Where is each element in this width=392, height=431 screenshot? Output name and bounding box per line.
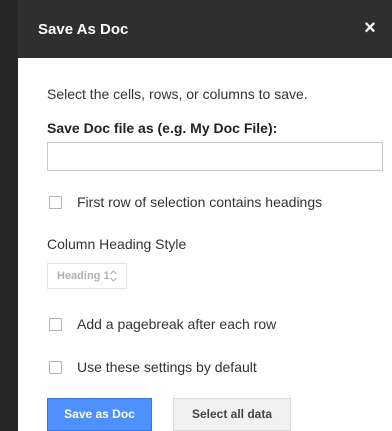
pagebreak-label: Add a pagebreak after each row xyxy=(77,316,277,332)
save-as-doc-dialog: Save As Doc × Select the cells, rows, or… xyxy=(18,0,392,431)
updown-arrows-icon xyxy=(110,270,117,282)
close-icon[interactable]: × xyxy=(358,16,382,40)
default-settings-option[interactable]: Use these settings by default xyxy=(49,358,257,376)
select-all-data-button[interactable]: Select all data xyxy=(173,398,291,431)
pagebreak-checkbox[interactable] xyxy=(49,317,62,331)
instruction-text: Select the cells, rows, or columns to sa… xyxy=(47,86,308,102)
heading-style-select[interactable]: Heading 1 xyxy=(47,263,127,289)
first-row-headings-checkbox[interactable] xyxy=(49,195,62,209)
file-name-label: Save Doc file as (e.g. My Doc File): xyxy=(47,120,278,136)
first-row-headings-label: First row of selection contains headings xyxy=(77,194,323,210)
first-row-headings-option[interactable]: First row of selection contains headings xyxy=(49,193,322,211)
save-as-doc-button[interactable]: Save as Doc xyxy=(47,398,152,431)
dialog-title: Save As Doc xyxy=(38,21,129,38)
pagebreak-option[interactable]: Add a pagebreak after each row xyxy=(49,315,276,333)
file-name-input[interactable] xyxy=(47,142,383,171)
default-settings-checkbox[interactable] xyxy=(49,360,62,374)
heading-style-label: Column Heading Style xyxy=(47,236,187,252)
page-backdrop xyxy=(0,0,18,431)
dialog-titlebar: Save As Doc × xyxy=(18,0,392,58)
heading-style-value: Heading 1 xyxy=(57,270,110,282)
default-settings-label: Use these settings by default xyxy=(77,359,257,375)
